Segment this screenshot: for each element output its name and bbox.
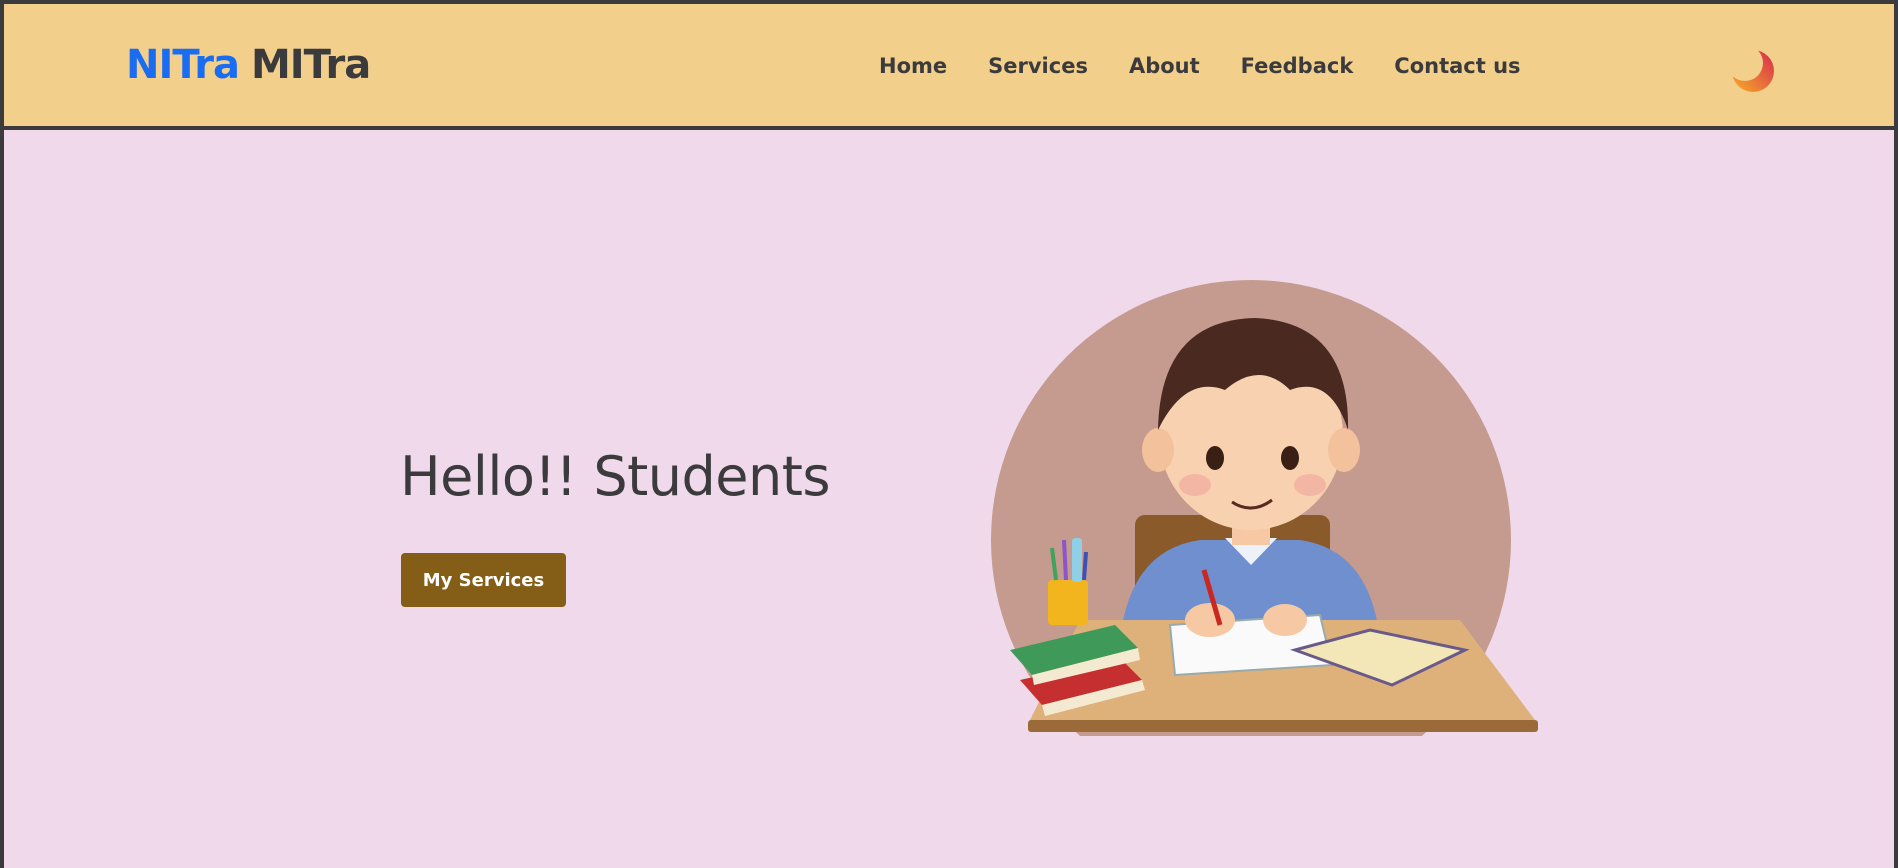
navbar: NITra MITra Home Services About Feedback … bbox=[0, 0, 1898, 130]
brand-part-2: MITra bbox=[250, 42, 371, 88]
student-studying-illustration bbox=[991, 280, 1538, 736]
hero-title: Hello!! Students bbox=[400, 445, 831, 508]
theme-toggle-button[interactable] bbox=[1730, 48, 1776, 94]
page-frame bbox=[0, 0, 1898, 868]
nav-item-feedback[interactable]: Feedback bbox=[1241, 54, 1354, 78]
nav-item-home[interactable]: Home bbox=[879, 54, 947, 78]
nav-item-about[interactable]: About bbox=[1129, 54, 1200, 78]
my-services-button[interactable]: My Services bbox=[401, 553, 566, 607]
brand-logo[interactable]: NITra MITra bbox=[126, 42, 371, 88]
nav-links: Home Services About Feedback Contact us bbox=[879, 54, 1521, 78]
brand-part-1: NITra bbox=[126, 42, 240, 88]
moon-icon bbox=[1732, 50, 1774, 92]
nav-item-services[interactable]: Services bbox=[988, 54, 1088, 78]
nav-item-contact[interactable]: Contact us bbox=[1394, 54, 1520, 78]
